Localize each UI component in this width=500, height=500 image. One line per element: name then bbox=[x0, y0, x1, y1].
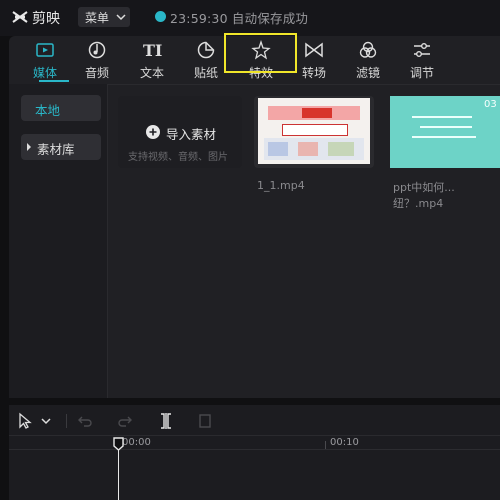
sidebar-item-local[interactable]: 本地 bbox=[21, 95, 101, 121]
tab-label: 调节 bbox=[409, 66, 434, 80]
tab-text[interactable]: TI 文本 bbox=[126, 36, 178, 84]
menu-label: 菜单 bbox=[85, 11, 110, 25]
tab-media[interactable]: 媒体 bbox=[19, 36, 71, 84]
sidebar-item-library[interactable]: 素材库 bbox=[21, 134, 101, 160]
bowtie-transition-icon bbox=[305, 42, 323, 58]
capcut-logo-icon bbox=[12, 11, 28, 23]
toolbar-separator bbox=[66, 414, 67, 428]
tab-audio[interactable]: 音频 bbox=[71, 36, 123, 84]
delete-icon[interactable] bbox=[196, 412, 214, 430]
thumb-url-bar bbox=[282, 124, 348, 136]
plus-icon bbox=[146, 125, 160, 139]
text-ti-icon: TI bbox=[143, 41, 162, 60]
filter-circles-icon bbox=[359, 41, 377, 58]
thumbnail-image bbox=[258, 98, 370, 164]
import-media-label: 导入素材 bbox=[166, 127, 217, 142]
split-icon[interactable] bbox=[157, 412, 175, 430]
active-tab-indicator bbox=[39, 80, 69, 82]
thumb-block bbox=[328, 142, 354, 156]
thumb-block bbox=[298, 142, 318, 156]
save-status-text: 23:59:30 自动保存成功 bbox=[170, 11, 309, 26]
media-filename: ppt中如何...纽？.mp4 bbox=[393, 181, 455, 210]
tab-adjust[interactable]: 调节 bbox=[396, 36, 448, 84]
select-cursor-icon[interactable] bbox=[16, 412, 34, 430]
sticker-icon bbox=[197, 41, 215, 59]
menu-button[interactable]: 菜单 bbox=[78, 7, 130, 27]
timeline-toolbar-divider bbox=[9, 435, 500, 436]
ruler-tick-label: 00:10 bbox=[330, 437, 359, 448]
svg-text:TI: TI bbox=[143, 41, 162, 60]
ruler-tick-label: 00:00 bbox=[122, 437, 151, 448]
music-note-icon bbox=[88, 41, 106, 59]
timeline-ruler bbox=[9, 449, 500, 450]
thumb-text-line bbox=[420, 126, 472, 128]
tab-label: 音频 bbox=[84, 66, 109, 80]
tab-label: 文本 bbox=[139, 66, 164, 80]
tab-label: 滤镜 bbox=[355, 66, 380, 80]
thumb-block bbox=[268, 142, 288, 156]
undo-icon[interactable] bbox=[76, 412, 94, 430]
playhead-handle-icon[interactable] bbox=[113, 437, 124, 451]
thumb-text-line bbox=[412, 136, 476, 138]
app-name: 剪映 bbox=[32, 11, 60, 27]
chevron-down-icon bbox=[116, 14, 126, 21]
thumb-text-line bbox=[412, 116, 472, 118]
import-media-hint: 支持视频、音频、图片 bbox=[128, 152, 228, 163]
highlight-box bbox=[224, 33, 297, 73]
tab-filters[interactable]: 滤镜 bbox=[342, 36, 394, 84]
chevron-down-icon[interactable] bbox=[40, 415, 52, 427]
caret-right-icon bbox=[27, 143, 31, 151]
tab-label: 媒体 bbox=[32, 66, 57, 80]
sliders-icon bbox=[414, 43, 430, 57]
media-filename: 1_1.mp4 bbox=[257, 179, 305, 192]
save-status-icon bbox=[155, 11, 166, 22]
playhead-line bbox=[118, 449, 119, 500]
media-sidebar: 本地 素材库 bbox=[9, 84, 108, 398]
media-play-icon bbox=[36, 43, 54, 57]
media-thumbnail[interactable] bbox=[254, 96, 374, 168]
media-duration: 03 bbox=[484, 99, 497, 110]
sidebar-item-label: 本地 bbox=[35, 103, 61, 118]
ruler-tick bbox=[325, 441, 326, 449]
thumb-logo bbox=[302, 108, 332, 118]
redo-icon[interactable] bbox=[116, 412, 134, 430]
sidebar-item-label: 素材库 bbox=[37, 142, 75, 157]
